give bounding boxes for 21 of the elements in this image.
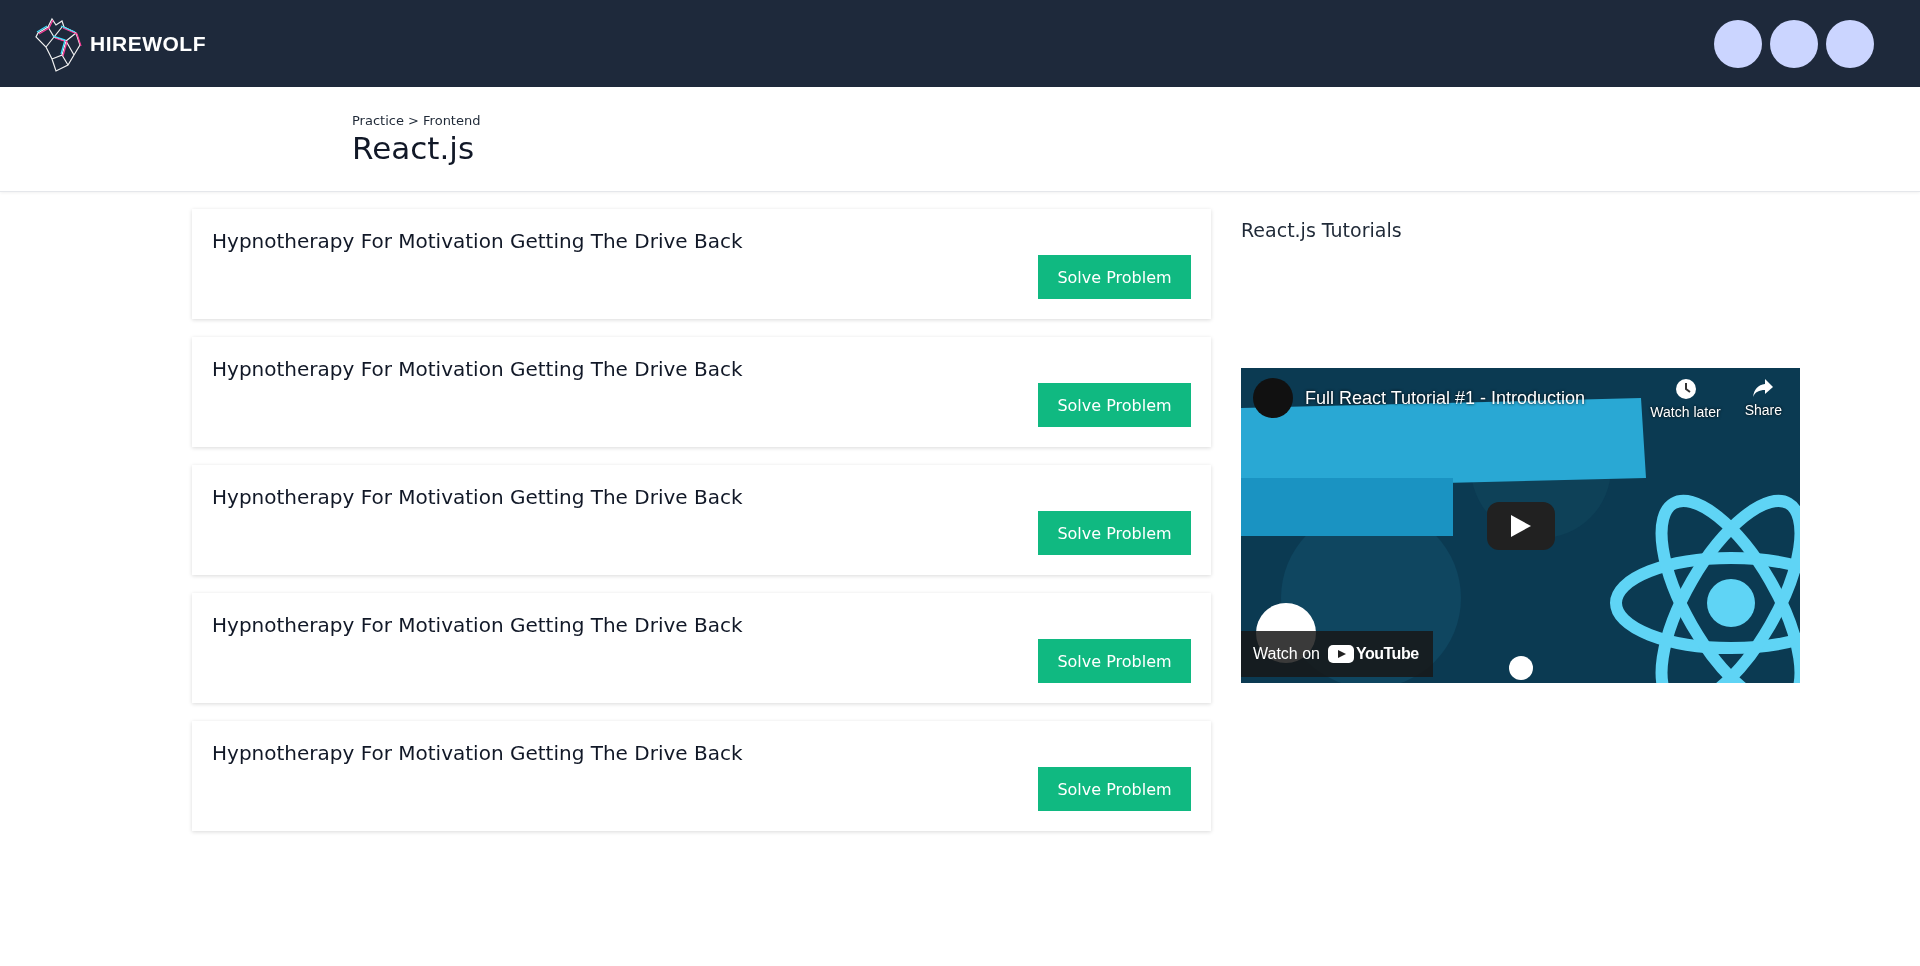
video-action-button[interactable]: Watch later — [1644, 378, 1727, 420]
clock-icon — [1674, 378, 1697, 400]
problem-title: Hypnotherapy For Motivation Getting The Drive Back — [212, 741, 743, 765]
breadcrumb: Practice > Frontend — [352, 112, 482, 128]
play-icon — [1511, 515, 1531, 537]
watch-on-youtube-link[interactable]: Watch on YouTube — [1241, 631, 1433, 677]
play-logo-icon — [1328, 645, 1354, 663]
problem-title: Hypnotherapy For Motivation Getting The Drive Back — [212, 357, 743, 381]
page-title: React.js — [352, 129, 476, 166]
video-title[interactable]: Full React Tutorial #1 - Introduction — [1305, 388, 1633, 409]
problem-title: Hypnotherapy For Motivation Getting The Drive Back — [212, 229, 743, 253]
video-action-button[interactable]: Share — [1738, 378, 1788, 418]
section-heading: React.js Tutorials — [1241, 219, 1403, 241]
share-icon — [1752, 378, 1775, 398]
problem-title: Hypnotherapy For Motivation Getting The Drive Back — [212, 485, 743, 509]
problem-title: Hypnotherapy For Motivation Getting The Drive Back — [212, 613, 743, 637]
brand-name: HIREWOLF — [90, 31, 206, 56]
play-button[interactable] — [1487, 502, 1555, 550]
avatar[interactable] — [1770, 19, 1818, 68]
avatar[interactable] — [1826, 19, 1874, 68]
avatar[interactable] — [1714, 19, 1762, 68]
